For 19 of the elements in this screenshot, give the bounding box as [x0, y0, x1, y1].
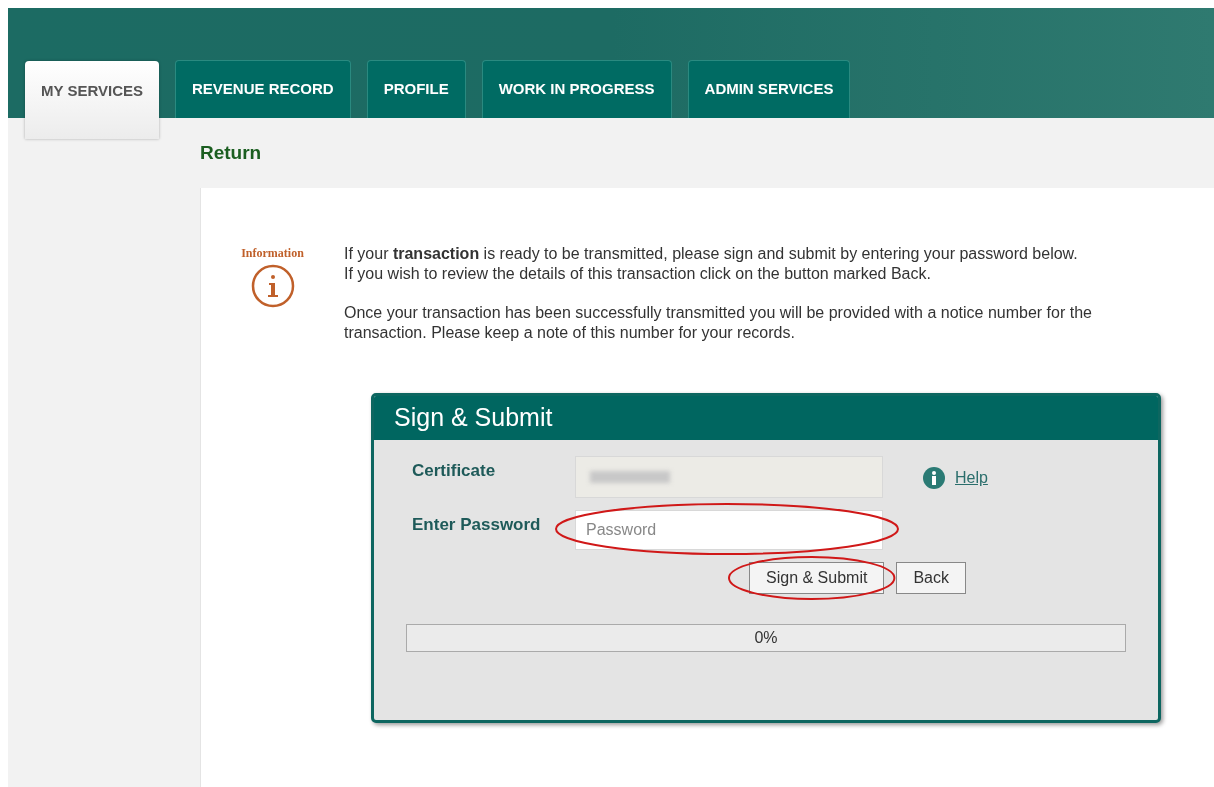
nav-tab[interactable]: REVENUE RECORD — [175, 60, 351, 118]
information-text: If your transaction is ready to be transmitted, please sign and submit by entering your password below. If you wish to review the details of this transaction click on the button marked Back. — [344, 244, 1079, 284]
form-button[interactable]: Back — [896, 562, 966, 594]
nav-tab[interactable]: ADMIN SERVICES — [687, 60, 851, 118]
help-link[interactable]: Help — [955, 466, 988, 490]
info-icon — [923, 467, 945, 489]
info-icon — [249, 263, 296, 309]
form-button[interactable]: Sign & Submit — [749, 562, 885, 594]
password-field[interactable]: Password — [575, 510, 883, 550]
nav-tab[interactable]: WORK IN PROGRESS — [481, 60, 672, 118]
progress-reading: 0% — [753, 628, 779, 648]
page-title: Return — [200, 140, 262, 165]
nav-tab[interactable]: PROFILE — [366, 60, 466, 118]
information-text: Once your transaction has been successfully transmitted you will be provided with a notice number for the transaction. Please keep a note of this number for your records. — [344, 303, 1093, 343]
password-label: Enter Password — [412, 514, 542, 536]
information-label: Information — [241, 245, 304, 262]
certificate-label: Certificate — [412, 460, 497, 482]
panel-title: Sign & Submit — [374, 396, 1158, 440]
nav-tab[interactable]: MY SERVICES — [25, 61, 159, 139]
